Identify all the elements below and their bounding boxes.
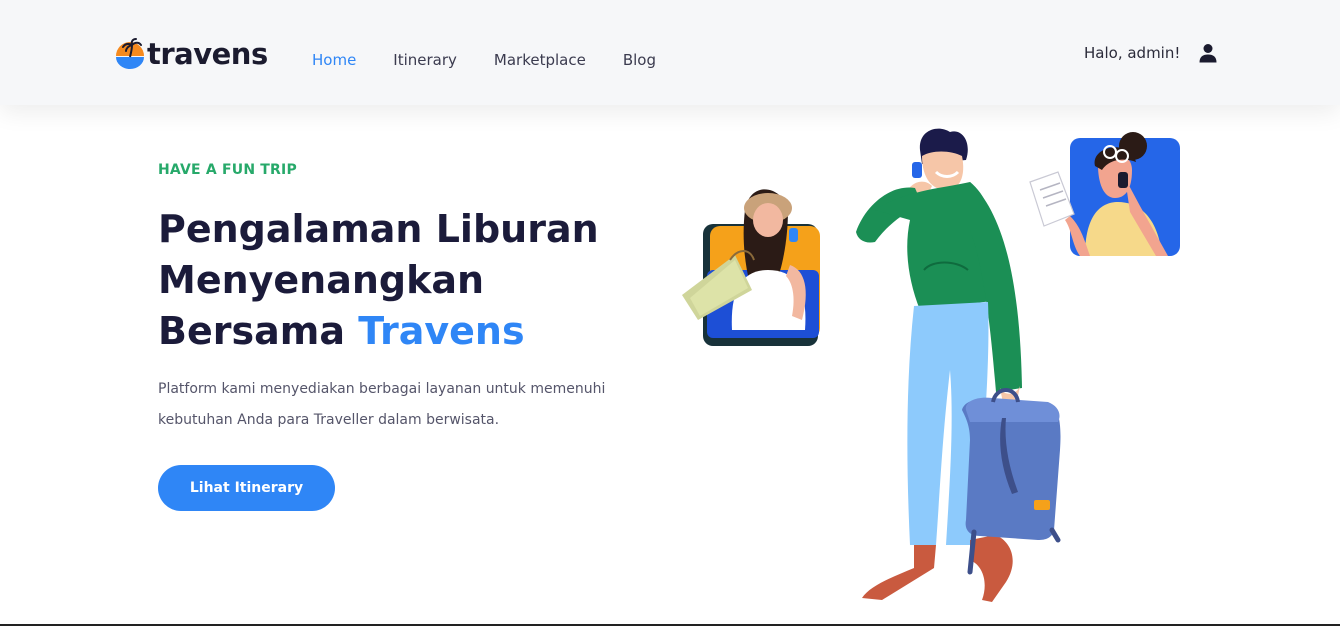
man-with-backpack <box>856 128 1061 602</box>
view-itinerary-button[interactable]: Lihat Itinerary <box>158 465 335 511</box>
woman-shopping-card <box>682 189 820 346</box>
nav-item-itinerary[interactable]: Itinerary <box>393 50 457 70</box>
nav-item-marketplace[interactable]: Marketplace <box>494 50 586 70</box>
traveler-illustration <box>682 128 1180 602</box>
sun-palm-logo-icon <box>116 38 144 69</box>
nav-item-home[interactable]: Home <box>312 50 356 70</box>
user-icon[interactable] <box>1198 43 1218 63</box>
brand-logo[interactable]: travens <box>114 38 268 70</box>
hero-title: Pengalaman Liburan Menyenangkan Bersama … <box>158 204 678 357</box>
woman-phone-card <box>1029 132 1180 256</box>
user-menu[interactable]: Halo, admin! <box>1084 43 1218 63</box>
hero-description: Platform kami menyediakan berbagai layan… <box>158 381 606 428</box>
hero-title-accent: Travens <box>358 309 525 353</box>
brand-name: travens <box>147 36 268 71</box>
user-greeting: Halo, admin! <box>1084 44 1181 62</box>
hero-title-line-2: Menyenangkan <box>158 258 485 302</box>
hero-title-line-1: Pengalaman Liburan <box>158 207 599 251</box>
main-nav: Home Itinerary Marketplace Blog <box>312 50 693 70</box>
nav-item-blog[interactable]: Blog <box>623 50 656 70</box>
hero-title-line-3-prefix: Bersama <box>158 309 359 353</box>
hero-eyebrow: HAVE A FUN TRIP <box>158 162 297 178</box>
navbar: travens Home Itinerary Marketplace Blog … <box>0 0 1340 105</box>
